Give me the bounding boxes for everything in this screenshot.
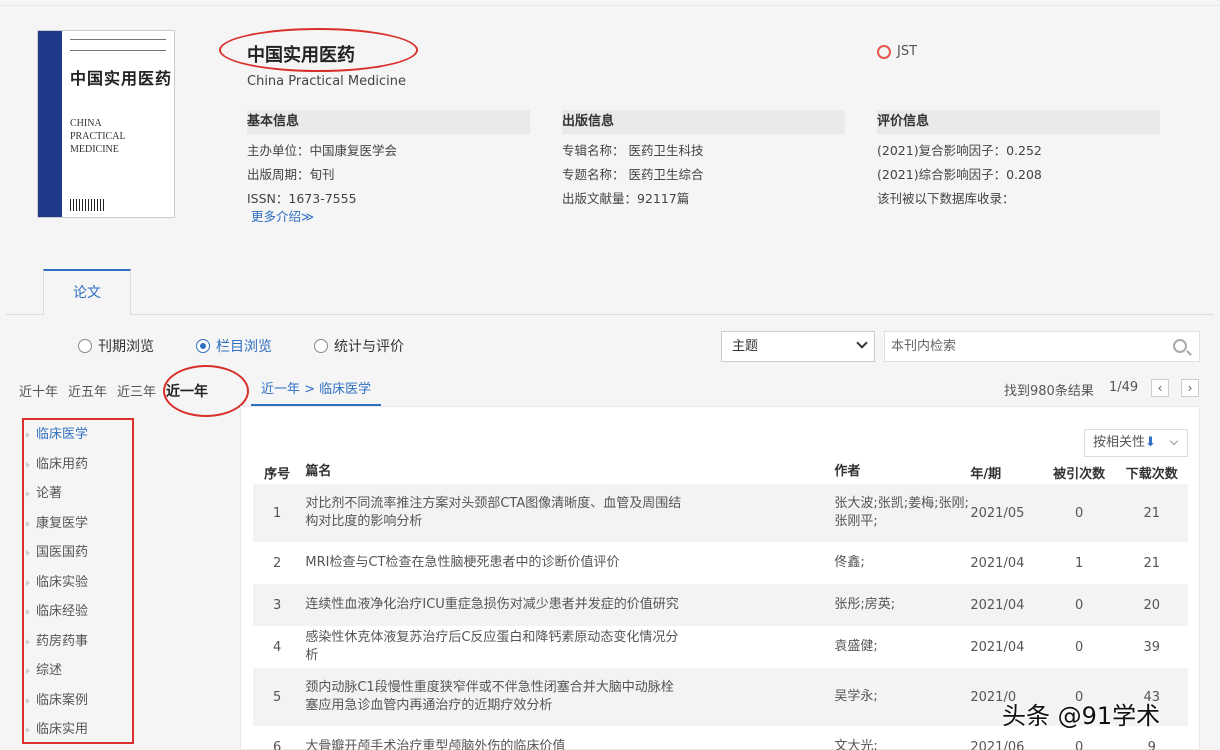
more-intro-link[interactable]: 更多介绍≫ [251,206,530,225]
table-row: 3 连续性血液净化治疗ICU重症急损伤对减少患者并发症的价值研究 张彤;房英; … [253,584,1188,626]
eval-info-header: 评价信息 [877,110,1160,134]
search-scope-select[interactable]: 主题 [721,331,875,362]
col-header-downloads: 下载次数 [1115,460,1188,484]
info-row: 专辑名称： 医药卫生科技 [562,140,845,158]
paper-title-link[interactable]: 对比剂不同流率推注方案对头颈部CTA图像清晰度、血管及周围结构对比度的影响分析 [301,484,834,542]
col-header-cited: 被引次数 [1043,460,1116,484]
sidebar-item[interactable]: 论著 [24,479,132,509]
cover-header-lines [70,39,166,51]
info-row: (2021)复合影响因子：0.252 [877,140,1160,158]
year-three[interactable]: 近三年 [117,381,156,401]
prev-page-button[interactable]: ‹ [1151,379,1169,397]
paper-title-link[interactable]: 大骨瓣开颅手术治疗重型颅脑外伤的临床价值 [301,726,834,750]
author-link[interactable]: 吴学永; [834,668,970,726]
radio-period-browse[interactable]: 刊期浏览 [78,336,154,356]
journal-cover-image[interactable]: 中国实用医药 CHINA PRACTICAL MEDICINE [37,30,175,218]
eval-info-section: 评价信息 (2021)复合影响因子：0.252 (2021)综合影响因子：0.2… [877,110,1160,206]
tab-papers[interactable]: 论文 [43,269,131,315]
author-link[interactable]: 佟鑫; [834,542,970,584]
info-row: (2021)综合影响因子：0.208 [877,164,1160,182]
sidebar-item[interactable]: 临床案例 [24,686,132,716]
page-indicator: 1/49 [1109,380,1138,395]
publish-info-header: 出版信息 [562,110,845,134]
sidebar-item[interactable]: 临床实用 [24,715,132,745]
cover-barcode [70,199,104,211]
paper-title-link[interactable]: 连续性血液净化治疗ICU重症急损伤对减少患者并发症的价值研究 [301,584,834,626]
table-row: 4 感染性休克体液复苏治疗后C反应蛋白和降钙素原动态变化情况分析 袁盛健; 20… [253,626,1188,668]
sort-select[interactable]: 按相关性⬇ [1084,429,1188,457]
col-header-issue: 年/期 [970,460,1043,484]
sidebar-item[interactable]: 康复医学 [24,509,132,539]
radio-icon [78,339,92,353]
radio-column-browse[interactable]: 栏目浏览 [196,336,272,356]
chevron-down-icon [1170,437,1178,445]
paper-title-link[interactable]: MRI检查与CT检查在急性脑梗死患者中的诊断价值评价 [301,542,834,584]
breadcrumb[interactable]: 近一年 > 临床医学 [251,380,381,406]
info-row: 主办单位：中国康复医学会 [247,140,530,158]
annotation-circle-year [163,365,249,417]
author-link[interactable]: 张彤;房英; [834,584,970,626]
col-header-author: 作者 [834,460,970,484]
journal-subtitle: China Practical Medicine [247,74,406,89]
award-icon [877,45,891,59]
top-divider [0,0,1220,6]
year-five[interactable]: 近五年 [68,381,107,401]
info-row: ISSN：1673-7555 [247,188,530,206]
column-sidebar: 临床医学 临床用药 论著 康复医学 国医国药 临床实验 临床经验 药房药事 综述… [22,418,134,744]
jst-badge: JST [877,44,917,59]
sidebar-item[interactable]: 临床医学 [24,420,132,450]
sort-arrow-icon: ⬇ [1145,435,1156,450]
radio-stats-eval[interactable]: 统计与评价 [314,336,404,356]
cover-logo: 中国实用医药 [70,65,172,89]
watermark: 头条 @91学术 [1002,696,1160,731]
col-header-title: 篇名 [301,460,834,484]
tab-divider [6,314,1214,315]
search-icon[interactable] [1173,339,1187,353]
next-page-button[interactable]: › [1181,379,1199,397]
sidebar-item[interactable]: 药房药事 [24,627,132,657]
cover-stripe [38,31,62,217]
paper-title-link[interactable]: 颈内动脉C1段慢性重度狭窄伴或不伴急性闭塞合并大脑中动脉栓塞应用急诊血管内再通治… [301,668,834,726]
search-input[interactable]: 本刊内检索 [884,331,1200,362]
sidebar-item[interactable]: 临床用药 [24,450,132,480]
basic-info-section: 基本信息 主办单位：中国康复医学会 出版周期：旬刊 ISSN：1673-7555… [247,110,530,225]
sidebar-item[interactable]: 临床经验 [24,597,132,627]
cover-english-title: CHINA PRACTICAL MEDICINE [70,117,126,156]
paper-title-link[interactable]: 感染性休克体液复苏治疗后C反应蛋白和降钙素原动态变化情况分析 [301,626,834,668]
sidebar-item[interactable]: 综述 [24,656,132,686]
col-header-no: 序号 [253,460,301,484]
author-link[interactable]: 袁盛健; [834,626,970,668]
result-count: 找到980条结果 [1004,380,1094,399]
info-row: 该刊被以下数据库收录： [877,188,1160,206]
author-link[interactable]: 张大波;张凯;姜梅;张刚;张刚平; [834,484,970,542]
sidebar-item[interactable]: 国医国药 [24,538,132,568]
sidebar-item[interactable]: 临床实验 [24,568,132,598]
table-row: 2 MRI检查与CT检查在急性脑梗死患者中的诊断价值评价 佟鑫; 2021/04… [253,542,1188,584]
year-ten[interactable]: 近十年 [19,381,58,401]
info-row: 出版周期：旬刊 [247,164,530,182]
info-row: 专题名称： 医药卫生综合 [562,164,845,182]
basic-info-header: 基本信息 [247,110,530,134]
author-link[interactable]: 文大光; [834,726,970,750]
table-row: 1 对比剂不同流率推注方案对头颈部CTA图像清晰度、血管及周围结构对比度的影响分… [253,484,1188,542]
chevron-down-icon [856,337,867,348]
radio-icon [196,339,210,353]
annotation-circle-title [219,28,418,72]
publish-info-section: 出版信息 专辑名称： 医药卫生科技 专题名称： 医药卫生综合 出版文献量：921… [562,110,845,206]
browse-mode-group: 刊期浏览 栏目浏览 统计与评价 [78,336,404,356]
radio-icon [314,339,328,353]
info-row: 出版文献量：92117篇 [562,188,845,206]
